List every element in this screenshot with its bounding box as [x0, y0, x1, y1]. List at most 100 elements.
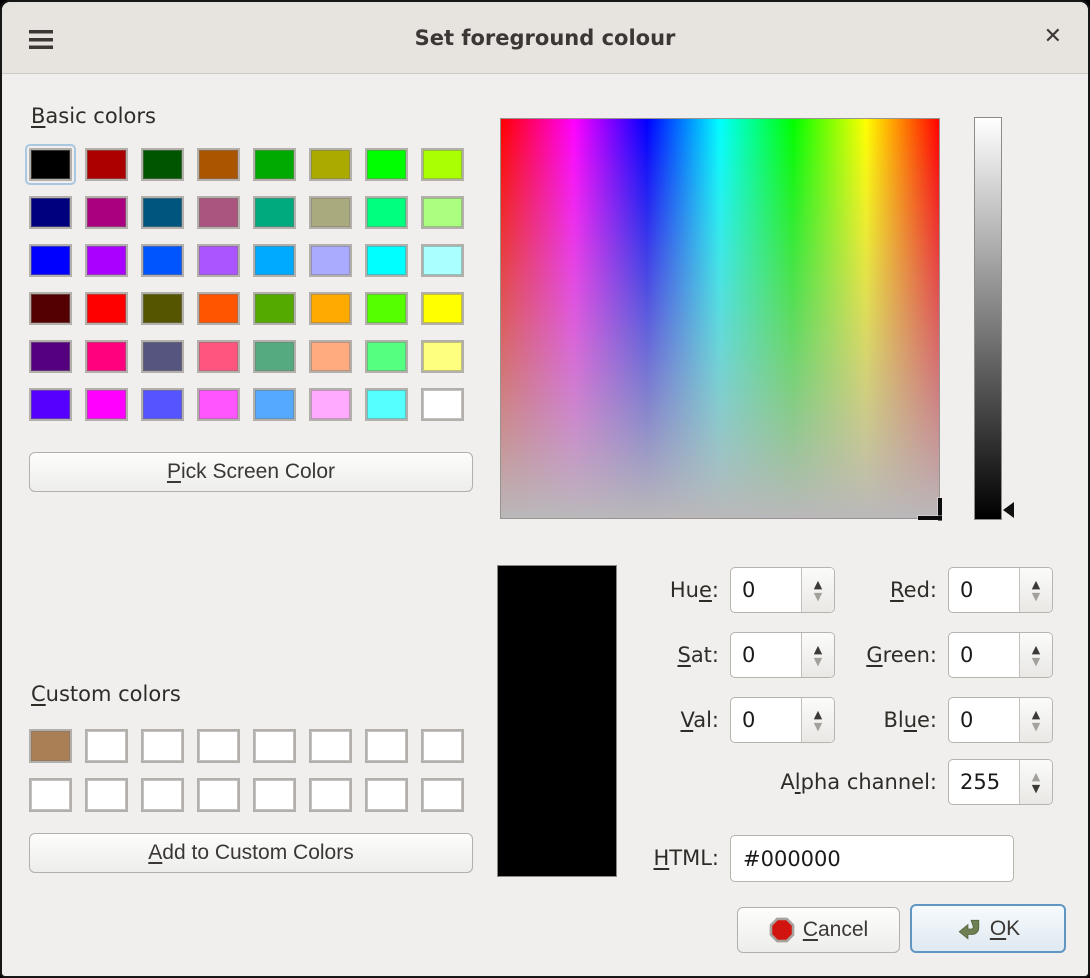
color-swatch[interactable]	[85, 196, 128, 229]
color-swatch[interactable]	[253, 388, 296, 421]
hue-label: Hue:	[562, 567, 719, 613]
color-swatch[interactable]	[365, 340, 408, 373]
color-swatch[interactable]	[365, 244, 408, 277]
spin-up-icon[interactable]: ▲	[1032, 579, 1040, 590]
red-input[interactable]: 0	[949, 568, 1019, 612]
color-swatch[interactable]	[309, 292, 352, 325]
add-to-custom-colors-button[interactable]: Add to Custom Colors	[29, 833, 473, 873]
color-swatch[interactable]	[309, 196, 352, 229]
spin-down-icon[interactable]: ▼	[1032, 721, 1040, 732]
color-swatch[interactable]	[197, 388, 240, 421]
spin-down-icon[interactable]: ▼	[1032, 783, 1040, 794]
color-swatch[interactable]	[29, 340, 72, 373]
color-swatch[interactable]	[309, 778, 352, 812]
color-swatch[interactable]	[421, 148, 464, 181]
color-swatch[interactable]	[365, 148, 408, 181]
color-swatch[interactable]	[309, 729, 352, 763]
color-swatch[interactable]	[253, 729, 296, 763]
color-swatch[interactable]	[253, 778, 296, 812]
color-swatch[interactable]	[309, 244, 352, 277]
color-swatch[interactable]	[421, 729, 464, 763]
color-swatch[interactable]	[141, 292, 184, 325]
color-swatch[interactable]	[253, 196, 296, 229]
color-swatch[interactable]	[421, 292, 464, 325]
close-icon[interactable]: ✕	[1044, 2, 1062, 74]
hue-saturation-map[interactable]	[500, 118, 940, 519]
color-swatch[interactable]	[421, 196, 464, 229]
color-swatch[interactable]	[421, 388, 464, 421]
map-crosshair-icon[interactable]	[918, 516, 942, 520]
color-swatch[interactable]	[309, 388, 352, 421]
spin-up-icon[interactable]: ▲	[1032, 644, 1040, 655]
color-swatch[interactable]	[421, 340, 464, 373]
color-swatch[interactable]	[253, 244, 296, 277]
color-swatch[interactable]	[309, 148, 352, 181]
blue-label: Blue:	[772, 697, 937, 743]
color-swatch[interactable]	[141, 244, 184, 277]
color-swatch[interactable]	[29, 148, 72, 181]
color-swatch[interactable]	[365, 778, 408, 812]
color-swatch[interactable]	[365, 196, 408, 229]
color-swatch[interactable]	[29, 196, 72, 229]
color-swatch[interactable]	[141, 196, 184, 229]
spin-up-icon[interactable]: ▲	[1032, 709, 1040, 720]
red-label: Red:	[772, 567, 937, 613]
basic-colors-label: Basic colors	[31, 104, 156, 128]
color-swatch[interactable]	[365, 729, 408, 763]
color-swatch[interactable]	[141, 729, 184, 763]
blue-input[interactable]: 0	[949, 698, 1019, 742]
stop-octagon-icon	[769, 917, 795, 943]
color-swatch[interactable]	[141, 340, 184, 373]
color-swatch[interactable]	[197, 778, 240, 812]
spin-up-icon[interactable]: ▲	[1032, 771, 1040, 782]
color-swatch[interactable]	[253, 148, 296, 181]
green-spinbox: 0 ▲ ▼	[948, 632, 1053, 678]
color-swatch[interactable]	[141, 148, 184, 181]
color-swatch[interactable]	[85, 388, 128, 421]
custom-colors-label: Custom colors	[31, 682, 181, 706]
titlebar: Set foreground colour ✕	[2, 2, 1088, 74]
basic-colors-grid	[29, 148, 464, 421]
ok-button[interactable]: OK	[910, 904, 1066, 953]
alpha-input[interactable]: 255	[949, 760, 1019, 804]
html-input[interactable]	[730, 835, 1014, 882]
color-swatch[interactable]	[421, 778, 464, 812]
spin-down-icon[interactable]: ▼	[1032, 591, 1040, 602]
color-swatch[interactable]	[365, 388, 408, 421]
pick-screen-color-button[interactable]: Pick Screen Color	[29, 452, 473, 492]
alpha-label: Alpha channel:	[677, 759, 937, 805]
value-slider[interactable]	[974, 117, 1002, 520]
color-swatch[interactable]	[309, 340, 352, 373]
color-swatch[interactable]	[253, 340, 296, 373]
green-input[interactable]: 0	[949, 633, 1019, 677]
color-swatch[interactable]	[85, 729, 128, 763]
color-swatch[interactable]	[29, 778, 72, 812]
color-swatch[interactable]	[85, 148, 128, 181]
color-swatch[interactable]	[29, 292, 72, 325]
color-swatch[interactable]	[197, 340, 240, 373]
color-swatch[interactable]	[421, 244, 464, 277]
spin-down-icon[interactable]: ▼	[1032, 656, 1040, 667]
color-swatch[interactable]	[85, 778, 128, 812]
window-title: Set foreground colour	[2, 2, 1088, 74]
value-slider-handle-icon[interactable]	[1003, 502, 1014, 518]
color-swatch[interactable]	[253, 292, 296, 325]
color-swatch[interactable]	[29, 388, 72, 421]
blue-spinbox: 0 ▲ ▼	[948, 697, 1053, 743]
color-swatch[interactable]	[197, 196, 240, 229]
color-swatch[interactable]	[85, 340, 128, 373]
color-swatch[interactable]	[197, 292, 240, 325]
color-swatch[interactable]	[85, 244, 128, 277]
cancel-button[interactable]: Cancel	[737, 907, 900, 953]
color-swatch[interactable]	[29, 244, 72, 277]
color-swatch[interactable]	[141, 778, 184, 812]
color-swatch[interactable]	[197, 148, 240, 181]
color-swatch[interactable]	[85, 292, 128, 325]
val-label: Val:	[562, 697, 719, 743]
color-swatch[interactable]	[197, 729, 240, 763]
color-swatch[interactable]	[197, 244, 240, 277]
html-label: HTML:	[562, 835, 719, 881]
color-swatch[interactable]	[141, 388, 184, 421]
color-swatch[interactable]	[29, 729, 72, 763]
color-swatch[interactable]	[365, 292, 408, 325]
